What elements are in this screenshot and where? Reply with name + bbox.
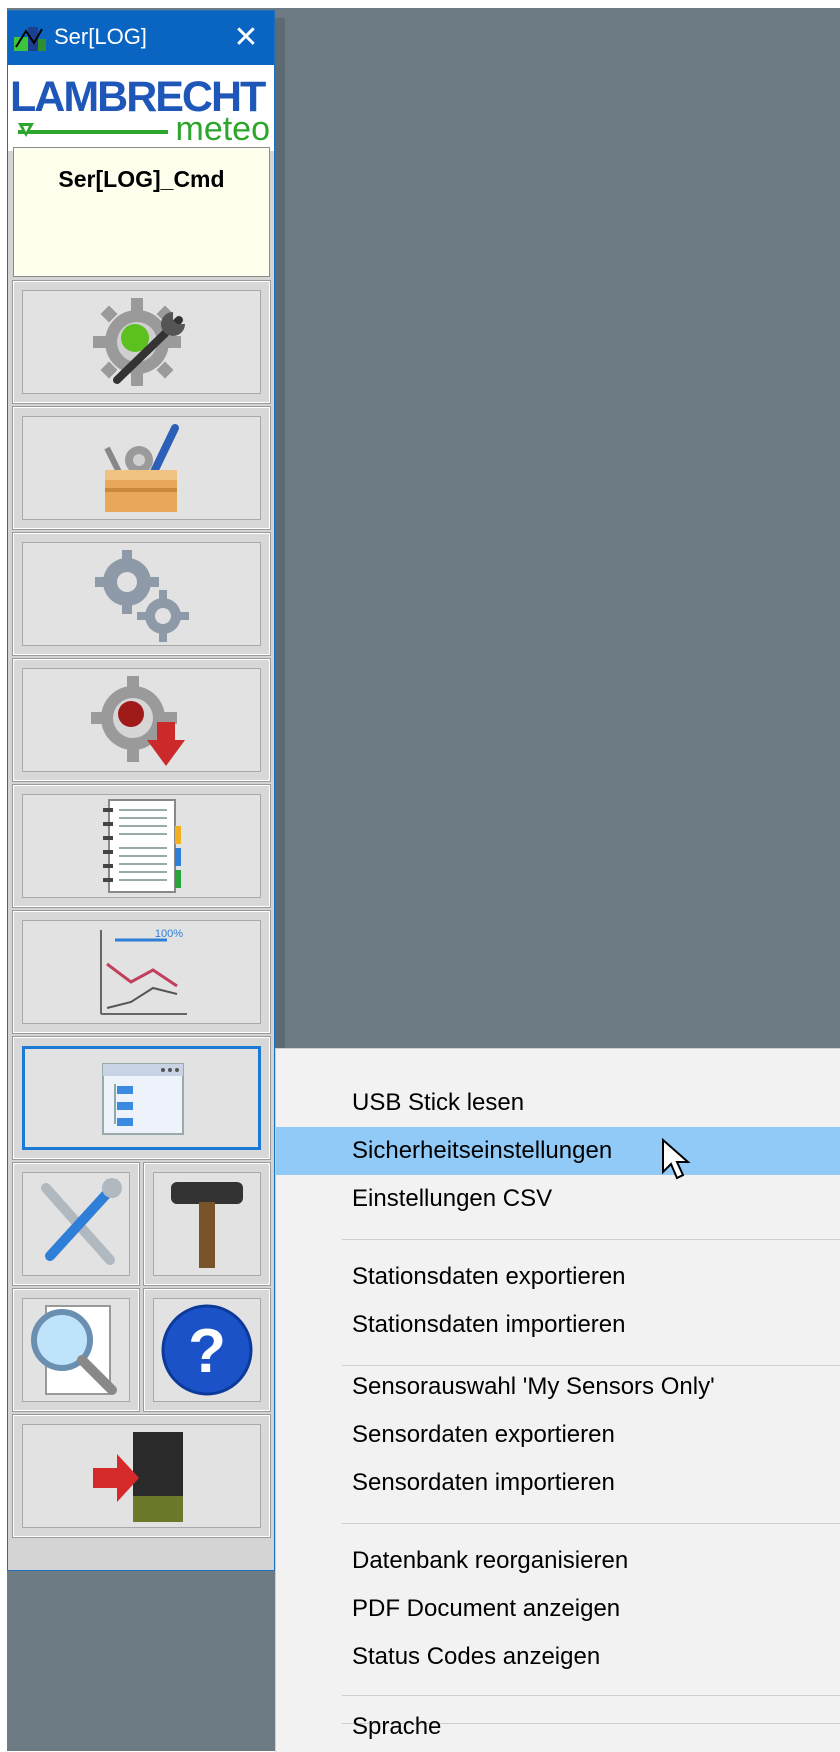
svg-text:?: ? (188, 1317, 226, 1386)
menu-item-sicherheitseinstellungen[interactable]: Sicherheitseinstellungen (276, 1127, 840, 1175)
menu-item-stationsdaten-importieren[interactable]: Stationsdaten importieren (276, 1301, 840, 1349)
notebook-button[interactable] (12, 784, 271, 908)
context-menu: USB Stick lesen Sicherheitseinstellungen… (275, 1048, 840, 1752)
menu-separator (342, 1695, 840, 1696)
app-icon (14, 27, 46, 51)
menu-item-sprache[interactable]: Sprache (276, 1703, 840, 1751)
menu-item-sensordaten-exportieren[interactable]: Sensordaten exportieren (276, 1411, 840, 1459)
menu-item-usb-stick-lesen[interactable]: USB Stick lesen (276, 1079, 840, 1127)
menu-item-sensorauswahl[interactable]: Sensorauswahl 'My Sensors Only' (276, 1363, 840, 1411)
menu-item-sensordaten-importieren[interactable]: Sensordaten importieren (276, 1459, 840, 1507)
logo-mark-icon (18, 123, 34, 137)
desktop-edge (0, 0, 840, 8)
toolbox-button[interactable] (12, 406, 271, 530)
logo-subtext: meteo (175, 110, 271, 148)
gears-icon (94, 550, 189, 642)
menu-item-status-codes-anzeigen[interactable]: Status Codes anzeigen (276, 1633, 840, 1681)
magnifier-document-icon (31, 1305, 117, 1395)
menu-separator (342, 1523, 840, 1524)
download-config-button[interactable] (12, 658, 271, 782)
exit-door-icon (92, 1432, 183, 1522)
help-icon: ? (161, 1304, 253, 1396)
chart-percent-label: 100% (154, 928, 182, 940)
configuration-button[interactable] (12, 532, 271, 656)
window-title: Ser[LOG] (54, 24, 147, 49)
hammer-icon (171, 1182, 243, 1268)
tools-icon (41, 1178, 122, 1265)
logo-underline (18, 130, 168, 134)
tools-button[interactable] (12, 1162, 140, 1286)
window-list-icon (101, 1063, 184, 1135)
title-bar[interactable]: Ser[LOG] ✕ (8, 11, 274, 65)
menu-item-pdf-document-anzeigen[interactable]: PDF Document anzeigen (276, 1585, 840, 1633)
notebook-icon (102, 799, 181, 893)
menu-item-einstellungen-csv[interactable]: Einstellungen CSV (276, 1175, 840, 1223)
exit-button[interactable] (12, 1414, 271, 1538)
window-list-button[interactable] (12, 1036, 271, 1160)
serlog-window: Ser[LOG] ✕ LAMBRECHT meteo Ser[LOG]_Cmd (7, 10, 275, 1571)
command-label: Ser[LOG]_Cmd (58, 166, 225, 192)
menu-item-datenbank-reorganisieren[interactable]: Datenbank reorganisieren (276, 1537, 840, 1585)
line-chart-icon: 100% (99, 928, 187, 1015)
settings-wrench-gear-icon (92, 298, 185, 386)
desktop-edge-left (0, 0, 7, 1751)
search-button[interactable] (12, 1288, 140, 1412)
chart-button[interactable]: 100% (12, 910, 271, 1034)
mouse-cursor-icon (662, 1138, 691, 1180)
menu-item-stationsdaten-exportieren[interactable]: Stationsdaten exportieren (276, 1253, 840, 1301)
menu-separator (342, 1239, 840, 1240)
lambrecht-logo: LAMBRECHT meteo (8, 65, 274, 151)
toolbox-icon (103, 424, 179, 512)
settings-button[interactable] (12, 280, 271, 404)
help-button[interactable]: ? (143, 1288, 271, 1412)
close-icon[interactable]: ✕ (228, 21, 264, 55)
command-panel: Ser[LOG]_Cmd (13, 147, 270, 277)
gear-record-download-icon (90, 676, 185, 766)
hammer-button[interactable] (143, 1162, 271, 1286)
